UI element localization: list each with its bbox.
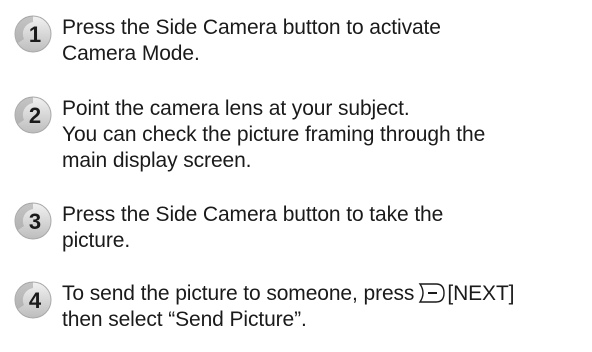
right-soft-key-icon xyxy=(418,282,446,304)
step-number: 4 xyxy=(29,288,42,313)
step-line: Press the Side Camera button to activate xyxy=(62,16,441,39)
next-key-label: [NEXT] xyxy=(447,282,515,305)
step-number-badge: 4 xyxy=(14,281,52,319)
step-number: 3 xyxy=(29,209,41,234)
step-line: then select “Send Picture”. xyxy=(62,308,307,331)
step-number-badge: 2 xyxy=(14,96,52,134)
step-number: 2 xyxy=(29,103,41,128)
instruction-steps: 1 Press the Side Camera button to activa… xyxy=(0,0,592,352)
step-number: 1 xyxy=(29,22,41,47)
step-line: To send the picture to someone, press [NE… xyxy=(62,281,582,307)
step-line: picture. xyxy=(62,229,131,252)
step-text: Press the Side Camera button to activate… xyxy=(62,15,582,67)
step-line: Press the Side Camera button to take the xyxy=(62,203,444,226)
step-line: Point the camera lens at your subject. xyxy=(62,97,410,120)
step-number-badge: 3 xyxy=(14,202,52,240)
step-line: You can check the picture framing throug… xyxy=(62,123,486,146)
step-text: Press the Side Camera button to take the… xyxy=(62,202,582,254)
step-text: To send the picture to someone, press [NE… xyxy=(62,281,582,333)
step-line: main display screen. xyxy=(62,149,252,172)
step-line-text: To send the picture to someone, press xyxy=(62,282,415,305)
step-line: Camera Mode. xyxy=(62,42,200,65)
step-text: Point the camera lens at your subject. Y… xyxy=(62,96,582,174)
step-number-badge: 1 xyxy=(14,15,52,53)
